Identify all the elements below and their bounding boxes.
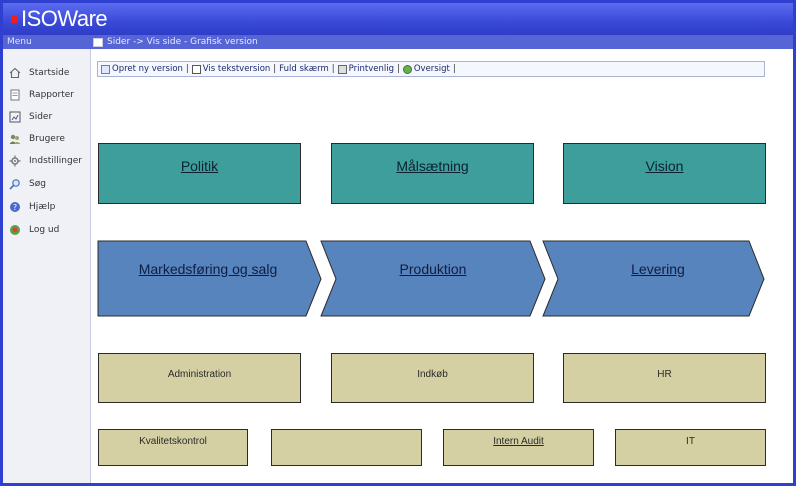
administration-box[interactable]: Administration — [98, 353, 301, 403]
arrow-produktion[interactable] — [320, 240, 546, 317]
kvalitetskontrol-box[interactable]: Kvalitetskontrol — [98, 429, 248, 466]
intern-audit-link[interactable]: Intern Audit — [493, 436, 544, 447]
indkob-label: Indkøb — [417, 369, 448, 380]
it-label: IT — [686, 436, 695, 447]
produktion-link[interactable]: Produktion — [333, 261, 533, 277]
intern-audit-box[interactable]: Intern Audit — [443, 429, 594, 466]
indkob-box[interactable]: Indkøb — [331, 353, 534, 403]
process-arrows — [97, 240, 765, 317]
arrow-levering[interactable] — [542, 240, 765, 317]
administration-label: Administration — [167, 369, 232, 380]
it-box[interactable]: IT — [615, 429, 766, 466]
kvalitetskontrol-label: Kvalitetskontrol — [139, 436, 207, 447]
hr-label: HR — [657, 369, 672, 380]
hr-box[interactable]: HR — [563, 353, 766, 403]
app-window: ISOWare Menu Sider -> Vis side - Grafisk… — [0, 0, 796, 486]
markedsforing-link[interactable]: Markedsføring og salg — [103, 261, 313, 277]
levering-link[interactable]: Levering — [558, 261, 758, 277]
empty-box[interactable] — [271, 429, 422, 466]
arrow-markedsforing[interactable] — [97, 240, 322, 317]
